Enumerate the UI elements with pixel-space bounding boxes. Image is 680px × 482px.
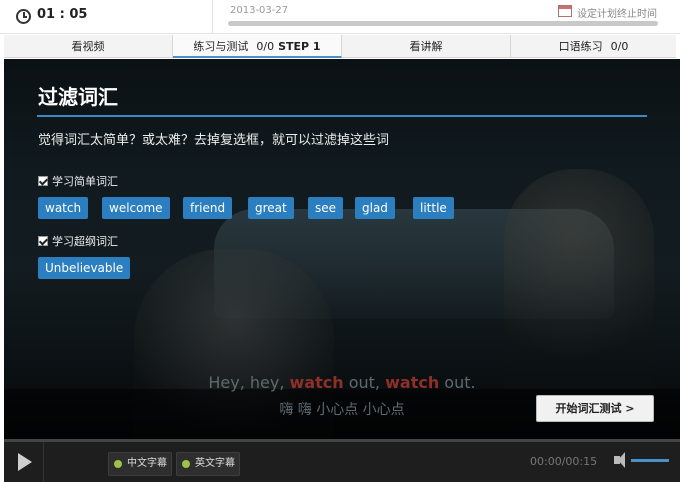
word-chip[interactable]: great: [248, 197, 294, 219]
subtitle-part: out,: [343, 373, 386, 392]
word-chip[interactable]: friend: [183, 197, 233, 219]
checkbox-checked-icon[interactable]: [38, 236, 48, 246]
tab-lecture[interactable]: 看讲解: [342, 35, 511, 58]
plan-date: 2013-03-27: [230, 5, 289, 16]
hard-words-checkbox[interactable]: 学习超纲词汇: [38, 233, 118, 249]
tab-label: 看讲解: [409, 40, 443, 53]
tab-label: 口语练习: [558, 40, 603, 53]
subtitle-english: Hey, hey, watch out, watch out.: [4, 373, 680, 392]
video-frame-person-right: [504, 169, 654, 389]
title-divider: [37, 115, 647, 117]
tab-practice-test[interactable]: 练习与测试 0/0 STEP 1: [173, 35, 342, 58]
word-chip[interactable]: see: [308, 197, 344, 219]
volume-icon[interactable]: [614, 452, 625, 468]
set-plan-end-link[interactable]: 设定计划终止时间: [577, 5, 657, 20]
top-bar: 01 : 05 2013-03-27 设定计划终止时间: [0, 0, 680, 34]
word-chip[interactable]: welcome: [102, 197, 170, 219]
subtitle-part: out.: [439, 373, 476, 392]
hard-words-label: 学习超纲词汇: [52, 235, 118, 248]
start-vocab-test-button[interactable]: 开始词汇测试 >: [536, 395, 654, 422]
tab-count: 0/0: [256, 40, 275, 53]
toggle-label: 中文字幕: [127, 458, 167, 469]
simple-words-label: 学习简单词汇: [52, 175, 118, 188]
word-chip[interactable]: little: [413, 197, 454, 219]
play-button[interactable]: [4, 442, 44, 482]
tab-label: 看视频: [71, 40, 105, 53]
panel-title: 过滤词汇: [38, 85, 118, 109]
plan-progress-bar: [228, 21, 658, 26]
player-controls: 中文字幕 英文字幕 00:00/00:15: [4, 439, 680, 482]
tab-watch-video[interactable]: 看视频: [4, 35, 173, 58]
toggle-on-indicator-icon: [114, 460, 122, 468]
play-icon[interactable]: [18, 453, 32, 471]
subtitle-part: Hey, hey,: [208, 373, 290, 392]
toggle-label: 英文字幕: [195, 458, 235, 469]
toggle-on-indicator-icon: [182, 460, 190, 468]
word-chip[interactable]: watch: [38, 197, 89, 219]
tab-oral-practice[interactable]: 口语练习 0/0: [511, 35, 676, 58]
time-readout: 00:00/00:15: [530, 455, 598, 468]
volume-level: [631, 459, 669, 462]
timer-box: 01 : 05: [0, 0, 213, 34]
panel-description: 觉得词汇太简单？或太难？去掉复选框，就可以过滤掉这些词: [38, 133, 390, 148]
subtitle-highlight-word[interactable]: watch: [385, 373, 439, 392]
calendar-icon[interactable]: [558, 5, 572, 17]
subtitle-highlight-word[interactable]: watch: [290, 373, 344, 392]
video-stage: 过滤词汇 觉得词汇太简单？或太难？去掉复选框，就可以过滤掉这些词 学习简单词汇 …: [4, 59, 680, 439]
english-subtitle-toggle[interactable]: 英文字幕: [176, 452, 240, 476]
tab-bar: 看视频 练习与测试 0/0 STEP 1 看讲解 口语练习 0/0: [4, 35, 676, 58]
chinese-subtitle-toggle[interactable]: 中文字幕: [108, 452, 172, 476]
word-chip[interactable]: Unbelievable: [38, 257, 131, 279]
checkbox-checked-icon[interactable]: [38, 176, 48, 186]
simple-words-checkbox[interactable]: 学习简单词汇: [38, 173, 118, 189]
clock-icon: [16, 9, 31, 24]
tab-step: STEP 1: [278, 40, 321, 53]
volume-slider[interactable]: [631, 459, 669, 462]
word-chip[interactable]: glad: [355, 197, 395, 219]
timer-text: 01 : 05: [37, 7, 88, 22]
tab-count: 0/0: [610, 40, 629, 53]
tab-label: 练习与测试: [193, 40, 249, 53]
